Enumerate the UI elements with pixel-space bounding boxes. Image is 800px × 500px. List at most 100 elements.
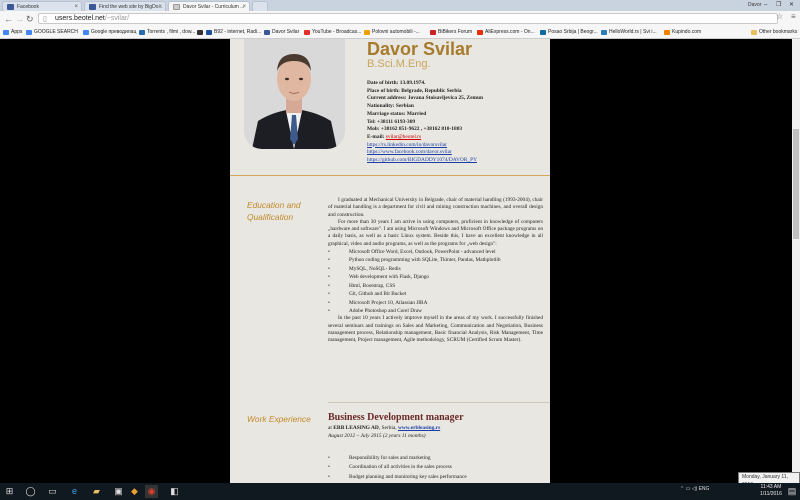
bookmark-label: B92 - internet, Radi... [214, 29, 262, 35]
close-icon[interactable]: × [242, 2, 246, 11]
tab-bigdo[interactable]: Find the web site by BigDo... × [84, 1, 166, 11]
kupindo-icon [664, 30, 670, 35]
profile-name[interactable]: Davor [748, 0, 761, 10]
tab-cv[interactable]: Davor Svilar - Curriculum ... × [168, 1, 250, 11]
reload-icon[interactable]: ↻ [26, 13, 34, 25]
cv-page: Davor Svilar B.Sci.M.Eng. Date of birth:… [230, 39, 550, 483]
bookmark-google-translate[interactable]: Google преводилац [83, 28, 136, 37]
list-item: Python coding programming with SQLite, T… [328, 256, 543, 265]
telephone: Tel: +38111 6193-309 [367, 118, 416, 125]
bookmark-kupindo[interactable]: Kupindo.com [664, 28, 701, 37]
new-tab-button[interactable] [252, 1, 268, 11]
facebook-icon [264, 30, 270, 35]
bookmark-torrents[interactable]: Torrents , filmi , dow... [139, 28, 195, 37]
store-icon[interactable]: ▣ [112, 485, 125, 498]
job-meta: at ERB LEASING AD, Serbia, www.erbleasin… [328, 425, 548, 440]
contact-block: Date of birth: 13.09.1974. Place of birt… [367, 80, 483, 165]
bookmark-label: Polovni automobili -... [372, 29, 420, 35]
bookmark-polovni[interactable]: Polovni automobili -... [364, 28, 420, 37]
divider [328, 402, 550, 403]
notifications-icon[interactable]: ▤ [787, 485, 797, 498]
page-info-icon[interactable]: ▯ [43, 15, 47, 25]
language-indicator[interactable]: ENG [699, 486, 710, 492]
bookmark-label: Other bookmarks [759, 29, 798, 35]
bookmark-posao[interactable]: Posao Srbija | Beogr... [540, 28, 598, 37]
apps-icon [3, 30, 9, 35]
place-of-birth: Place of birth: Belgrade, Republic Serbi… [367, 87, 462, 94]
list-item: Coordination of all activities in the sa… [328, 463, 543, 473]
clock[interactable]: 11:43 AM 1/11/2016 [760, 484, 782, 498]
facebook-link[interactable]: https://www.facebook.com/davor.svilar [367, 149, 452, 155]
section-title-line: Qualification [247, 212, 294, 222]
url-path: /~svilar/ [104, 15, 130, 22]
close-icon[interactable]: × [74, 2, 78, 11]
aliexpress-icon [477, 30, 483, 35]
bookmark-label: Posao Srbija | Beogr... [548, 29, 598, 35]
search-icon[interactable]: ◯ [24, 485, 37, 498]
facebook-icon [7, 4, 14, 10]
bookmark-davor-svilar[interactable]: Davor Svilar [264, 28, 299, 37]
company-row: at ERB LEASING AD, Serbia, www.erbleasin… [328, 425, 548, 433]
bookmark-label: HelloWorld.rs | Svi i... [609, 29, 657, 35]
list-item: Html, Bootstrap, CSS [328, 282, 543, 291]
company-location: , Serbia, [378, 425, 398, 431]
list-item: Adobe Photoshop and Corel Draw [328, 307, 543, 316]
bookmark-apps[interactable]: Apps [3, 28, 22, 37]
scrollbar[interactable] [792, 39, 800, 483]
list-item: Git, Github and Bit Bucket [328, 290, 543, 299]
address: Current address: Jovana Stoisavljevica 2… [367, 95, 484, 102]
education-paragraph: I graduated at Mechanical University in … [328, 197, 543, 218]
list-item: Microsoft Project 10, Atlassian JIRA [328, 299, 543, 308]
email-link[interactable]: svilar@beotel.rs [386, 134, 421, 140]
app-icon[interactable]: ◆ [128, 485, 141, 498]
bookmark-bibikers[interactable]: BiBikers Forum [430, 28, 472, 37]
bookmark-other[interactable]: Other bookmarks [751, 28, 797, 37]
list-item: Responsibility for sales and marketing [328, 454, 543, 464]
forward-icon[interactable]: → [15, 13, 24, 25]
site-icon [197, 30, 203, 35]
education-paragraph: In the past 10 years I actively improve … [328, 315, 543, 344]
github-link[interactable]: https://github.com/BIGDADDY1074/DAVOR_PY [367, 157, 477, 163]
bookmark-label: Davor Svilar [272, 29, 300, 35]
tab-bar: Facebook × Find the web site by BigDo...… [0, 0, 800, 11]
bookmark-helloworld[interactable]: HelloWorld.rs | Svi i... [601, 28, 657, 37]
task-view-icon[interactable]: ▭ [46, 485, 59, 498]
bookmark-aliexpress[interactable]: AliExpress.com - On... [477, 28, 535, 37]
close-icon[interactable]: × [158, 2, 162, 11]
back-icon[interactable]: ← [4, 13, 13, 25]
app-icon[interactable]: ◧ [168, 485, 181, 498]
bookmark-label: Kupindo.com [672, 29, 702, 35]
section-title-work: Work Experience [247, 414, 311, 424]
skills-list: Microsoft Office Word, Excel, Outlook, P… [328, 248, 543, 316]
start-icon[interactable]: ⊞ [3, 485, 16, 498]
tab-facebook[interactable]: Facebook × [2, 1, 82, 11]
divider [230, 175, 550, 176]
edge-icon[interactable]: e [68, 485, 81, 498]
toolbar: ← → ↻ ▯ users.beotel.net/~svilar/ ☆ ≡ [0, 11, 800, 27]
file-explorer-icon[interactable]: ▰ [90, 485, 103, 498]
company-link[interactable]: www.erbleasing.rs [398, 425, 440, 431]
menu-icon[interactable]: ≡ [791, 12, 796, 21]
forum-icon [430, 30, 436, 35]
linkedin-link[interactable]: https://rs.linkedin.com/in/davorsvilar [367, 142, 447, 148]
bookmark-label: BiBikers Forum [438, 29, 473, 35]
system-tray[interactable]: ⌃ ▭ ◁) ENG [680, 486, 709, 492]
close-window-icon[interactable]: ✕ [789, 0, 794, 10]
b92-icon [206, 30, 212, 35]
minimize-icon[interactable]: – [764, 0, 767, 10]
bookmark-google-search[interactable]: GOOGLE SEARCH [26, 28, 78, 37]
address-bar[interactable]: ▯ users.beotel.net/~svilar/ [38, 13, 778, 24]
bookmark-youtube[interactable]: YouTube - Broadcas... [304, 28, 361, 37]
youtube-icon [304, 30, 310, 35]
bookmark-star-icon[interactable]: ☆ [776, 12, 783, 21]
education-text: I graduated at Mechanical University in … [328, 197, 543, 345]
bookmark-label: Torrents , filmi , dow... [147, 29, 196, 35]
maximize-icon[interactable]: ❐ [776, 0, 781, 10]
tab-label: Davor Svilar - Curriculum ... [183, 4, 245, 10]
person-degree: B.Sci.M.Eng. [367, 58, 431, 70]
scrollbar-thumb[interactable] [793, 129, 799, 239]
mobile: Mob: +38162 851-9622 , +38162 810-1803 [367, 126, 463, 133]
bookmark-b92[interactable]: B92 - internet, Radi... [206, 28, 261, 37]
profile-photo [244, 39, 345, 149]
chrome-icon[interactable]: ◉ [145, 485, 158, 498]
